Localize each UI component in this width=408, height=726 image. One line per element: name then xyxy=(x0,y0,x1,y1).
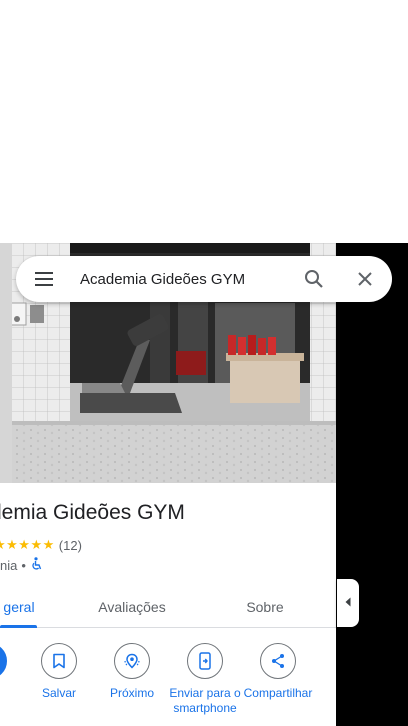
place-category[interactable]: nia xyxy=(0,558,17,573)
nearby-button[interactable]: Próximo xyxy=(95,643,169,701)
send-to-phone-label: Enviar para o smartphone xyxy=(169,686,241,715)
nearby-icon xyxy=(114,643,150,679)
send-to-phone-button[interactable]: Enviar para o smartphone xyxy=(168,643,242,716)
save-button[interactable]: Salvar xyxy=(22,643,96,701)
place-tabs: geral Avaliações Sobre xyxy=(0,585,336,628)
menu-icon[interactable] xyxy=(30,267,58,291)
separator-dot: • xyxy=(21,557,26,573)
caret-left-icon xyxy=(345,594,351,612)
category-row: nia • xyxy=(0,556,43,574)
tab-about[interactable]: Sobre xyxy=(230,585,300,628)
rating-row[interactable]: ★★★★★ (12) xyxy=(0,536,82,554)
search-box[interactable] xyxy=(16,256,392,302)
place-panel: demia Gideões GYM ★★★★★ (12) nia • geral… xyxy=(0,243,336,726)
send-to-phone-icon xyxy=(187,643,223,679)
share-icon xyxy=(260,643,296,679)
collapse-panel-button[interactable] xyxy=(337,579,359,627)
share-button[interactable]: Compartilhar xyxy=(241,643,315,701)
save-label: Salvar xyxy=(41,686,76,700)
close-icon[interactable] xyxy=(352,266,378,292)
share-label: Compartilhar xyxy=(243,686,313,700)
tab-reviews[interactable]: Avaliações xyxy=(88,585,176,628)
place-title: demia Gideões GYM xyxy=(0,501,185,524)
bookmark-icon xyxy=(41,643,77,679)
tab-overview[interactable]: geral xyxy=(0,585,58,628)
wheelchair-icon[interactable] xyxy=(31,556,43,574)
search-input[interactable] xyxy=(80,268,290,290)
map-blank-area xyxy=(0,0,408,243)
rating-stars: ★★★★★ xyxy=(0,537,55,552)
search-icon[interactable] xyxy=(300,266,328,292)
review-count[interactable]: (12) xyxy=(59,538,82,553)
action-buttons: s Salvar Próximo xyxy=(0,643,336,726)
nearby-label: Próximo xyxy=(109,686,154,700)
tab-selected-indicator xyxy=(0,625,37,628)
map-dark-area xyxy=(336,243,408,726)
directions-icon xyxy=(0,643,7,679)
